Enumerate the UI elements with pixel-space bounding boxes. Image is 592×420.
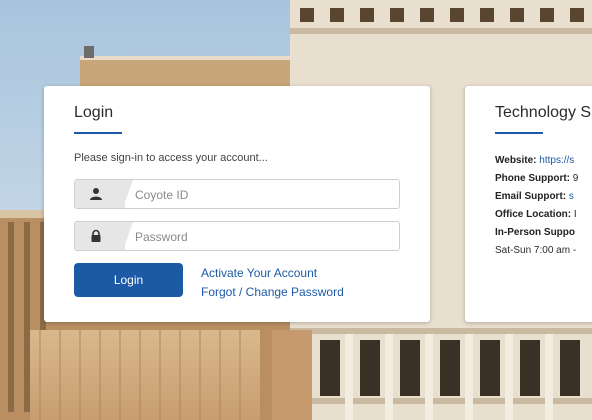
username-input[interactable] bbox=[133, 184, 387, 206]
login-title: Login bbox=[74, 104, 114, 121]
username-icon-box bbox=[75, 180, 125, 208]
username-field[interactable] bbox=[74, 179, 400, 209]
login-button[interactable]: Login bbox=[74, 263, 183, 297]
lock-icon bbox=[91, 229, 101, 242]
username-icon-slant bbox=[123, 180, 133, 208]
website-link[interactable]: https://s bbox=[539, 155, 574, 166]
website-row: Website: https://s bbox=[495, 152, 578, 170]
website-label: Website: bbox=[495, 155, 537, 166]
inperson-label: In-Person Suppo bbox=[495, 227, 575, 238]
password-field[interactable] bbox=[74, 221, 400, 251]
password-icon-box bbox=[75, 222, 125, 250]
office-label: Office Location: bbox=[495, 209, 572, 220]
title-underline bbox=[74, 132, 122, 134]
tech-support-card: Technology S Website: https://s Phone Su… bbox=[465, 86, 592, 322]
hours-row: Sat-Sun 7:00 am - bbox=[495, 245, 577, 256]
login-card: Login Please sign-in to access your acco… bbox=[44, 86, 430, 322]
email-label: Email Support: bbox=[495, 191, 567, 202]
office-row: Office Location: I bbox=[495, 206, 578, 224]
office-value: I bbox=[573, 209, 577, 220]
phone-value: 9 bbox=[572, 173, 579, 184]
email-link[interactable]: s bbox=[569, 191, 574, 202]
phone-label: Phone Support: bbox=[495, 173, 570, 184]
user-icon bbox=[90, 188, 102, 200]
password-input[interactable] bbox=[133, 226, 387, 248]
forgot-password-link[interactable]: Forgot / Change Password bbox=[201, 285, 344, 299]
password-icon-slant bbox=[123, 222, 133, 250]
inperson-row: In-Person Suppo bbox=[495, 224, 578, 242]
email-row: Email Support: s bbox=[495, 188, 578, 206]
tech-title-underline bbox=[495, 132, 543, 134]
activate-account-link[interactable]: Activate Your Account bbox=[201, 266, 317, 280]
tech-support-info: Website: https://s Phone Support: 9 Emai… bbox=[495, 152, 578, 260]
tech-support-title: Technology S bbox=[495, 104, 592, 121]
signin-prompt: Please sign-in to access your account... bbox=[74, 152, 268, 164]
phone-row: Phone Support: 9 bbox=[495, 170, 578, 188]
